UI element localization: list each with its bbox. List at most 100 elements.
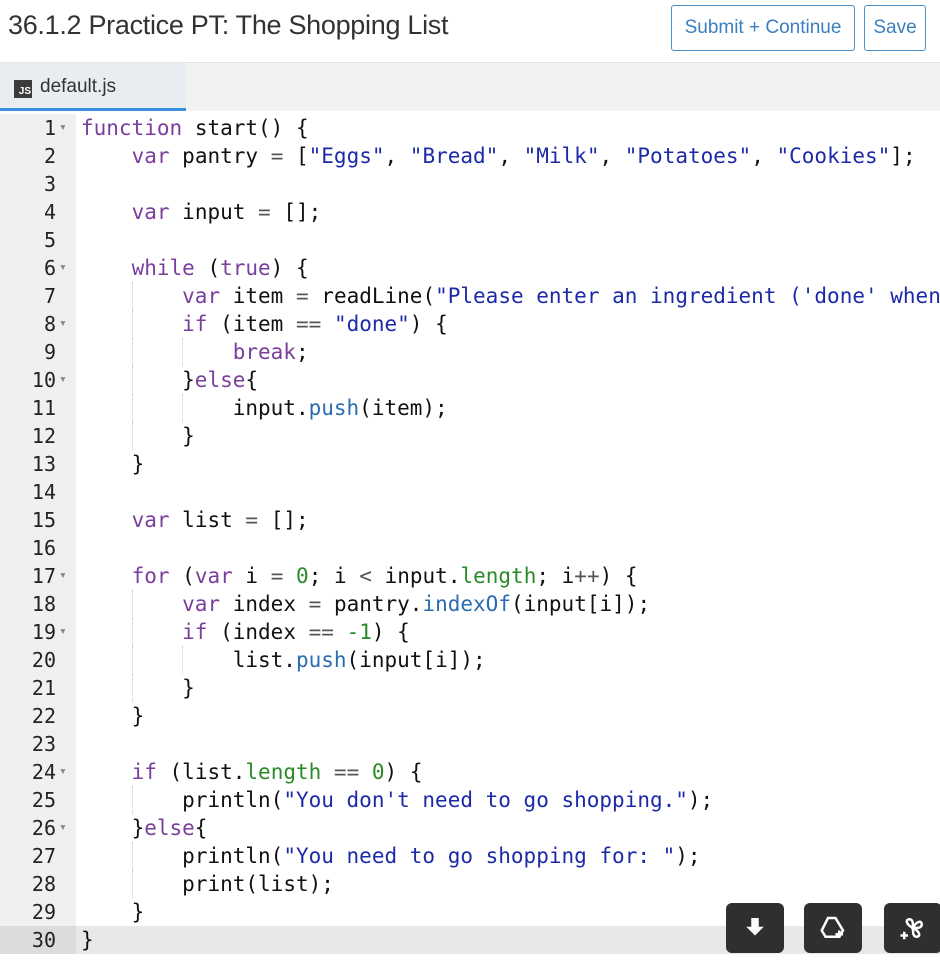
- line-gutter: 17 ▾: [0, 562, 76, 590]
- code-text: }: [81, 424, 195, 448]
- code-line[interactable]: 17 ▾ for (var i = 0; i < input.length; i+…: [0, 562, 940, 590]
- line-number: 16: [31, 536, 56, 560]
- download-button[interactable]: [726, 903, 784, 953]
- code-text: }: [81, 900, 145, 924]
- code-line[interactable]: 5: [0, 226, 940, 254]
- fold-arrow-icon[interactable]: ▾: [59, 310, 67, 338]
- code-line[interactable]: 27 println("You need to go shopping for:…: [0, 842, 940, 870]
- line-gutter: 14: [0, 478, 76, 506]
- line-gutter: 18: [0, 590, 76, 618]
- code-line[interactable]: 25 println("You don't need to go shoppin…: [0, 786, 940, 814]
- code-line[interactable]: 4 var input = [];: [0, 198, 940, 226]
- fold-arrow-icon[interactable]: ▾: [59, 758, 67, 786]
- line-gutter: 13: [0, 450, 76, 478]
- code-text: print(list);: [182, 872, 334, 896]
- code-line[interactable]: 22 }: [0, 702, 940, 730]
- line-number: 5: [43, 228, 56, 252]
- line-number: 12: [31, 424, 56, 448]
- code-line[interactable]: 24 ▾ if (list.length == 0) {: [0, 758, 940, 786]
- header: 36.1.2 Practice PT: The Shopping List Su…: [0, 0, 940, 62]
- code-text: var pantry = ["Eggs", "Bread", "Milk", "…: [131, 144, 916, 168]
- code-text: var index = pantry.indexOf(input[i]);: [182, 592, 651, 616]
- code-line[interactable]: 7 var item = readLine("Please enter an i…: [0, 282, 940, 310]
- code-line[interactable]: 26 ▾ }else{: [0, 814, 940, 842]
- add-to-drive-icon: [820, 916, 845, 938]
- fold-arrow-icon[interactable]: ▾: [59, 618, 67, 646]
- code-line[interactable]: 8 ▾ if (item == "done") {: [0, 310, 940, 338]
- line-number: 8: [43, 312, 56, 336]
- code-line[interactable]: 19 ▾ if (index == -1) {: [0, 618, 940, 646]
- code-line[interactable]: 10 ▾ }else{: [0, 366, 940, 394]
- line-number: 21: [31, 676, 56, 700]
- code-line[interactable]: 18 var index = pantry.indexOf(input[i]);: [0, 590, 940, 618]
- code-line[interactable]: 28 print(list);: [0, 870, 940, 898]
- add-to-photos-button[interactable]: [884, 903, 940, 953]
- download-icon: [746, 918, 764, 936]
- code-line[interactable]: 20 list.push(input[i]);: [0, 646, 940, 674]
- line-number: 2: [43, 144, 56, 168]
- line-gutter: 20: [0, 646, 76, 674]
- add-to-drive-button[interactable]: [804, 903, 862, 953]
- line-gutter: 25: [0, 786, 76, 814]
- code-text: }else{: [81, 368, 259, 392]
- line-gutter: 1 ▾: [0, 114, 76, 142]
- code-line[interactable]: 29 }: [0, 898, 940, 926]
- line-gutter: 30: [0, 926, 76, 954]
- code-text: var list = [];: [131, 508, 309, 532]
- line-gutter: 27: [0, 842, 76, 870]
- line-gutter: 11: [0, 394, 76, 422]
- code-line[interactable]: 15 var list = [];: [0, 506, 940, 534]
- code-line[interactable]: 2 var pantry = ["Eggs", "Bread", "Milk",…: [0, 142, 940, 170]
- code-line[interactable]: 1 ▾ function start() {: [0, 114, 940, 142]
- code-text: println("You don't need to go shopping."…: [182, 788, 714, 812]
- page-title: 36.1.2 Practice PT: The Shopping List: [8, 10, 449, 40]
- code-text: }: [81, 676, 195, 700]
- line-number: 25: [31, 788, 56, 812]
- code-line[interactable]: 23: [0, 730, 940, 758]
- line-gutter: 8 ▾: [0, 310, 76, 338]
- line-number: 26: [31, 816, 56, 840]
- line-number: 18: [31, 592, 56, 616]
- code-text: if (list.length == 0) {: [131, 760, 423, 784]
- code-line[interactable]: 6 ▾ while (true) {: [0, 254, 940, 282]
- fold-arrow-icon[interactable]: ▾: [59, 366, 67, 394]
- line-gutter: 29: [0, 898, 76, 926]
- code-text: while (true) {: [131, 256, 309, 280]
- fold-arrow-icon[interactable]: ▾: [59, 114, 67, 142]
- code-line[interactable]: 11 input.push(item);: [0, 394, 940, 422]
- line-number: 20: [31, 648, 56, 672]
- code-text: if (index == -1) {: [182, 620, 410, 644]
- code-line[interactable]: 14: [0, 478, 940, 506]
- line-number: 19: [31, 620, 56, 644]
- code-line[interactable]: 12 }: [0, 422, 940, 450]
- code-line[interactable]: 21 }: [0, 674, 940, 702]
- code-text: }: [81, 928, 94, 952]
- line-number: 30: [31, 928, 56, 952]
- line-gutter: 19 ▾: [0, 618, 76, 646]
- fold-arrow-icon[interactable]: ▾: [59, 254, 67, 282]
- code-text: }: [81, 452, 145, 476]
- line-gutter: 24 ▾: [0, 758, 76, 786]
- code-line[interactable]: 13 }: [0, 450, 940, 478]
- line-gutter: 22: [0, 702, 76, 730]
- code-text: println("You need to go shopping for: ")…: [182, 844, 701, 868]
- add-to-photos-icon: [900, 917, 924, 940]
- line-gutter: 16: [0, 534, 76, 562]
- line-number: 27: [31, 844, 56, 868]
- code-line[interactable]: 16: [0, 534, 940, 562]
- code-text: if (item == "done") {: [182, 312, 448, 336]
- line-gutter: 6 ▾: [0, 254, 76, 282]
- code-line[interactable]: 9 break;: [0, 338, 940, 366]
- submit-continue-button[interactable]: Submit + Continue: [671, 5, 855, 51]
- code-text: input.push(item);: [232, 396, 448, 420]
- code-line[interactable]: 3: [0, 170, 940, 198]
- line-number: 7: [43, 284, 56, 308]
- code-line[interactable]: 30}: [0, 926, 940, 954]
- line-number: 15: [31, 508, 56, 532]
- tab-default-js[interactable]: JS default.js: [0, 63, 186, 111]
- code-editor[interactable]: 1 ▾ function start() {2 var pantry = ["Egg…: [0, 111, 940, 969]
- code-text: }else{: [81, 816, 208, 840]
- fold-arrow-icon[interactable]: ▾: [59, 562, 67, 590]
- fold-arrow-icon[interactable]: ▾: [59, 814, 67, 842]
- save-button[interactable]: Save: [864, 5, 926, 51]
